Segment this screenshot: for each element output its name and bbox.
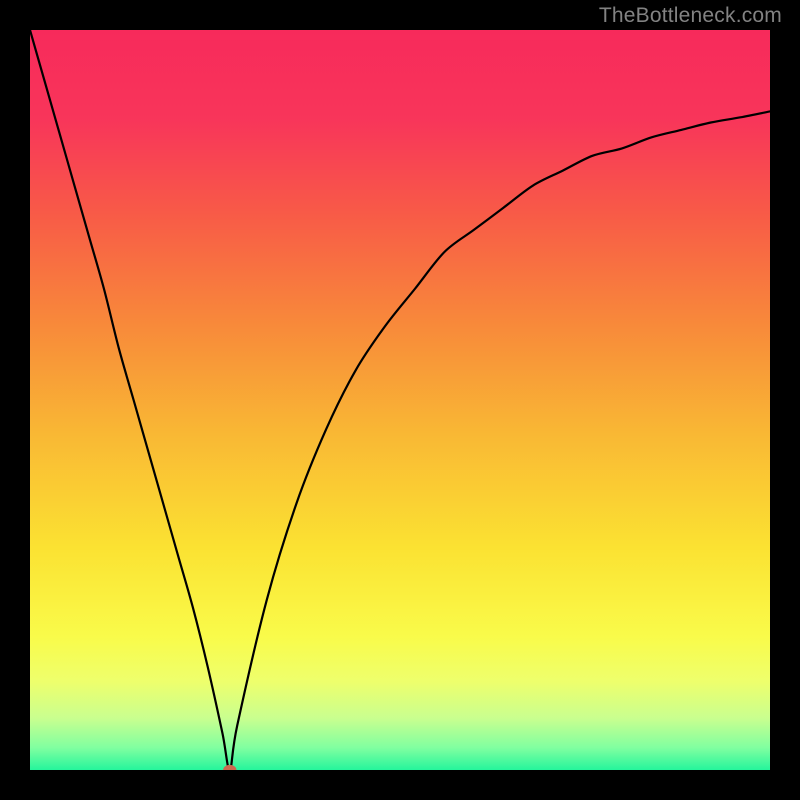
plot-area [30,30,770,770]
chart-container: TheBottleneck.com [0,0,800,800]
watermark-text: TheBottleneck.com [599,4,782,28]
gradient-background [30,30,770,770]
chart-svg [30,30,770,770]
